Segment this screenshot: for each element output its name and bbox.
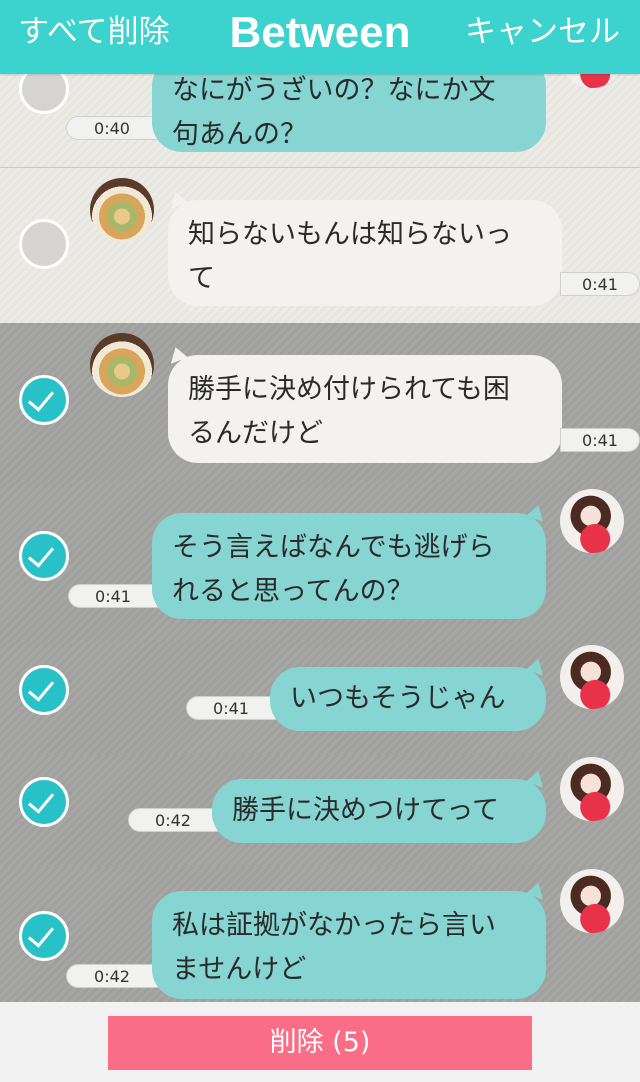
message-list[interactable]: 0:40 なにがうざいの？なにか文 句あんの？ 知らないもんは知らないっ て 0… bbox=[0, 0, 640, 1002]
message-time: 0:41 bbox=[560, 428, 640, 452]
select-all-button[interactable]: すべて削除 bbox=[18, 12, 170, 52]
message-row[interactable]: 0:42 私は証拠がなかったら言い ませんけど bbox=[0, 867, 640, 1002]
message-text: そう言えばなんでも逃げら bbox=[172, 532, 495, 563]
avatar bbox=[90, 178, 154, 242]
message-text: るんだけど bbox=[188, 418, 323, 449]
message-text: 勝手に決め付けられても困 bbox=[188, 374, 510, 405]
message-row[interactable]: 0:41 そう言えばなんでも逃げら れると思ってんの？ bbox=[0, 483, 640, 643]
message-bubble: 勝手に決め付けられても困 るんだけど bbox=[168, 355, 562, 463]
avatar bbox=[560, 757, 624, 821]
message-text: 知らないもんは知らないっ bbox=[188, 219, 512, 250]
bottom-bar: 削除 (5) bbox=[0, 1002, 640, 1082]
avatar bbox=[560, 645, 624, 709]
avatar bbox=[560, 869, 624, 933]
message-text: て bbox=[188, 263, 215, 294]
message-row[interactable]: 勝手に決め付けられても困 るんだけど 0:41 bbox=[0, 323, 640, 483]
top-bar: すべて削除 Between キャンセル bbox=[0, 0, 640, 74]
message-bubble: そう言えばなんでも逃げら れると思ってんの？ bbox=[152, 513, 546, 619]
message-text: れると思ってんの？ bbox=[172, 576, 414, 607]
message-text: ませんけど bbox=[172, 954, 307, 985]
message-text: 私は証拠がなかったら言い bbox=[172, 910, 496, 941]
message-bubble: 知らないもんは知らないっ て bbox=[168, 200, 562, 306]
message-time: 0:41 bbox=[560, 272, 640, 296]
message-row[interactable]: 0:41 いつもそうじゃん bbox=[0, 643, 640, 755]
message-bubble: いつもそうじゃん bbox=[270, 667, 546, 731]
message-text: いつもそうじゃん bbox=[290, 683, 506, 714]
select-checkbox[interactable] bbox=[19, 911, 69, 961]
message-time: 0:41 bbox=[186, 696, 276, 720]
message-time: 0:42 bbox=[66, 964, 158, 988]
message-text: 勝手に決めつけてって bbox=[232, 795, 500, 826]
select-checkbox[interactable] bbox=[19, 375, 69, 425]
message-time: 0:42 bbox=[128, 808, 218, 832]
select-checkbox[interactable] bbox=[19, 531, 69, 581]
avatar bbox=[90, 333, 154, 397]
message-bubble: 私は証拠がなかったら言い ませんけど bbox=[152, 891, 546, 999]
select-checkbox[interactable] bbox=[19, 219, 69, 269]
delete-button[interactable]: 削除 (5) bbox=[108, 1016, 532, 1070]
message-time: 0:40 bbox=[66, 116, 158, 140]
cancel-button[interactable]: キャンセル bbox=[465, 12, 620, 52]
message-text: なにがうざいの？なにか文 bbox=[172, 75, 496, 106]
message-row[interactable]: 知らないもんは知らないっ て 0:41 bbox=[0, 168, 640, 323]
message-time: 0:41 bbox=[68, 584, 158, 608]
message-bubble: 勝手に決めつけてって bbox=[212, 779, 546, 843]
message-row[interactable]: 0:42 勝手に決めつけてって bbox=[0, 755, 640, 867]
select-checkbox[interactable] bbox=[19, 665, 69, 715]
message-text: 句あんの？ bbox=[172, 119, 307, 150]
avatar bbox=[560, 489, 624, 553]
select-checkbox[interactable] bbox=[19, 777, 69, 827]
